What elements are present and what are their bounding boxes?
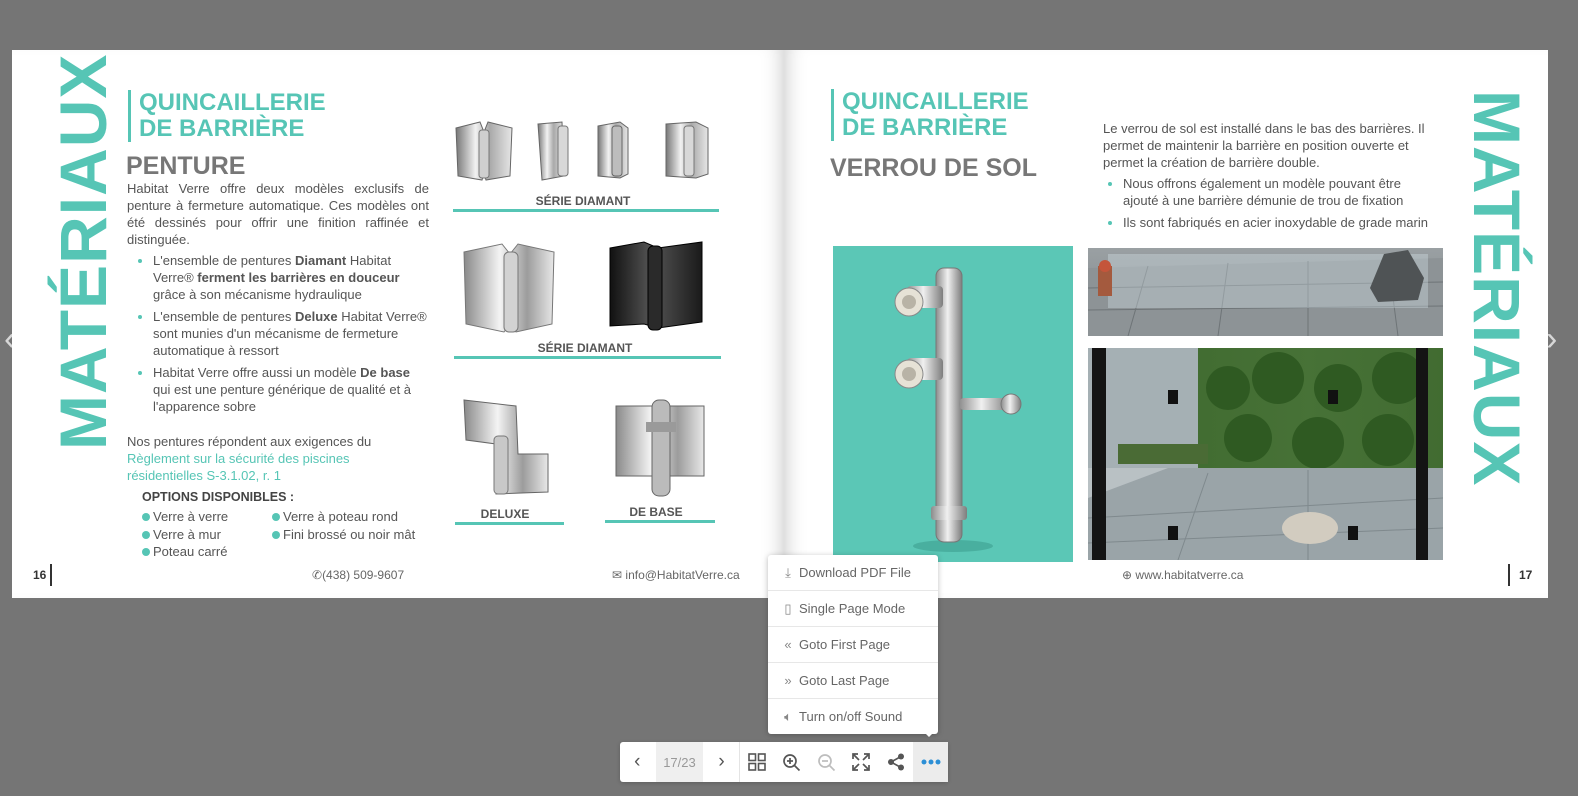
menu-caret	[922, 730, 936, 737]
more-options-button[interactable]	[913, 742, 949, 782]
download-icon: ⤓	[785, 564, 791, 580]
menu-item-goto-last-page[interactable]: » Goto Last Page	[768, 663, 938, 699]
page-number: 16	[33, 568, 47, 582]
zoom-in-icon	[783, 753, 801, 771]
page-icon: ▯	[784, 600, 792, 616]
serie-diamant-large-hinges-image	[463, 241, 703, 333]
list-item: Nous offrons également un modèle pouvant…	[1123, 175, 1437, 209]
vertical-title: MATÉRIAUX	[46, 53, 120, 450]
serie-diamant-hinges-image	[455, 121, 709, 181]
caption-de-base: DE BASE	[629, 505, 683, 519]
floor-lock-photo	[833, 246, 1073, 562]
zoom-in-button[interactable]	[775, 742, 810, 782]
subtitle: VERROU DE SOL	[830, 154, 1037, 182]
page-number: 17	[1519, 568, 1533, 582]
more-options-menu: ⤓ Download PDF File ▯ Single Page Mode «…	[768, 555, 938, 734]
list-item: Ils sont fabriqués en acier inoxydable d…	[1123, 214, 1437, 231]
list-item: Verre à verre	[142, 508, 228, 526]
menu-item-download-pdf[interactable]: ⤓ Download PDF File	[768, 555, 938, 591]
viewer-toolbar: ‹ 17/23 ›	[620, 742, 949, 782]
page-number-bar	[50, 564, 52, 586]
glass-barrier-photo	[1088, 248, 1443, 336]
floor-lock-image	[894, 267, 1022, 552]
next-page-button[interactable]: ›	[704, 742, 739, 782]
list-item: Habitat Verre offre aussi un modèle De b…	[153, 364, 429, 415]
vertical-title: MATÉRIAUX	[1460, 90, 1534, 487]
penture-description: Habitat Verre offre deux modèles exclusi…	[127, 180, 429, 484]
garden-gate-photo	[1088, 348, 1443, 560]
fullscreen-button[interactable]	[844, 742, 879, 782]
glass-barrier-image	[1088, 250, 1443, 336]
chevron-left-icon: ‹	[634, 751, 641, 772]
chevron-right-icon: ›	[718, 751, 725, 772]
verrou-description: Le verrou de sol est installé dans le ba…	[1103, 120, 1437, 236]
divider	[453, 209, 719, 212]
page-number-bar	[1508, 564, 1510, 586]
left-page: MATÉRIAUX QUINCAILLERIE DE BARRIÈRE PENT…	[12, 50, 784, 598]
divider	[454, 356, 721, 359]
section-title: QUINCAILLERIE DE BARRIÈRE	[831, 89, 1029, 141]
menu-item-goto-first-page[interactable]: « Goto First Page	[768, 627, 938, 663]
list-item: Poteau carré	[142, 543, 228, 561]
mail-icon: ✉	[612, 568, 623, 582]
caption-deluxe: DELUXE	[480, 507, 530, 521]
options-title: OPTIONS DISPONIBLES :	[142, 490, 295, 504]
website-info: ⊕ www.habitatverre.ca	[1122, 568, 1244, 582]
verrou-bullets: Nous offrons également un modèle pouvant…	[1103, 175, 1437, 231]
double-chevron-left-icon: «	[784, 637, 792, 652]
zoom-out-icon	[818, 753, 836, 771]
divider	[605, 520, 715, 523]
fullscreen-icon	[852, 753, 871, 771]
sound-icon: 🔈︎	[784, 708, 792, 724]
more-dots-icon	[921, 759, 941, 765]
list-item: Verre à poteau rond	[272, 508, 415, 526]
globe-icon: ⊕	[1122, 568, 1133, 582]
regulation-link[interactable]: Règlement sur la sécurité des piscines r…	[127, 450, 429, 484]
menu-item-toggle-sound[interactable]: 🔈︎ Turn on/off Sound	[768, 699, 938, 734]
share-icon	[888, 753, 905, 771]
caption-serie-diamant: SÉRIE DIAMANT	[535, 194, 631, 208]
list-item: Verre à mur	[142, 526, 228, 544]
list-item: L'ensemble de pentures Deluxe Habitat Ve…	[153, 308, 429, 359]
list-item: Fini brossé ou noir mât	[272, 526, 415, 544]
divider	[455, 522, 564, 525]
grid-icon	[748, 753, 767, 771]
list-item: L'ensemble de pentures Diamant Habitat V…	[153, 252, 429, 303]
zoom-out-button[interactable]	[809, 742, 844, 782]
caption-serie-diamant-2: SÉRIE DIAMANT	[537, 341, 633, 355]
double-chevron-right-icon: »	[784, 673, 792, 688]
email-info: ✉ info@HabitatVerre.ca	[612, 568, 740, 582]
deluxe-and-de-base-hinges-image	[463, 399, 705, 497]
page-counter[interactable]: 17/23	[655, 742, 704, 782]
penture-bullets: L'ensemble de pentures Diamant Habitat V…	[127, 252, 429, 415]
subtitle: PENTURE	[126, 152, 246, 180]
share-button[interactable]	[879, 742, 914, 782]
garden-gate-image	[1088, 348, 1443, 560]
phone-info: ✆(438) 509-9607	[312, 568, 405, 582]
options-list-1: Verre à verre Verre à mur Poteau carré	[142, 508, 228, 561]
thumbnails-button[interactable]	[740, 742, 775, 782]
phone-icon: ✆	[312, 568, 323, 582]
options-list-2: Verre à poteau rond Fini brossé ou noir …	[272, 508, 415, 543]
section-title: QUINCAILLERIE DE BARRIÈRE	[128, 90, 326, 142]
right-page: MATÉRIAUX QUINCAILLERIE DE BARRIÈRE VERR…	[784, 50, 1548, 598]
previous-page-button[interactable]: ‹	[620, 742, 655, 782]
menu-item-single-page-mode[interactable]: ▯ Single Page Mode	[768, 591, 938, 627]
